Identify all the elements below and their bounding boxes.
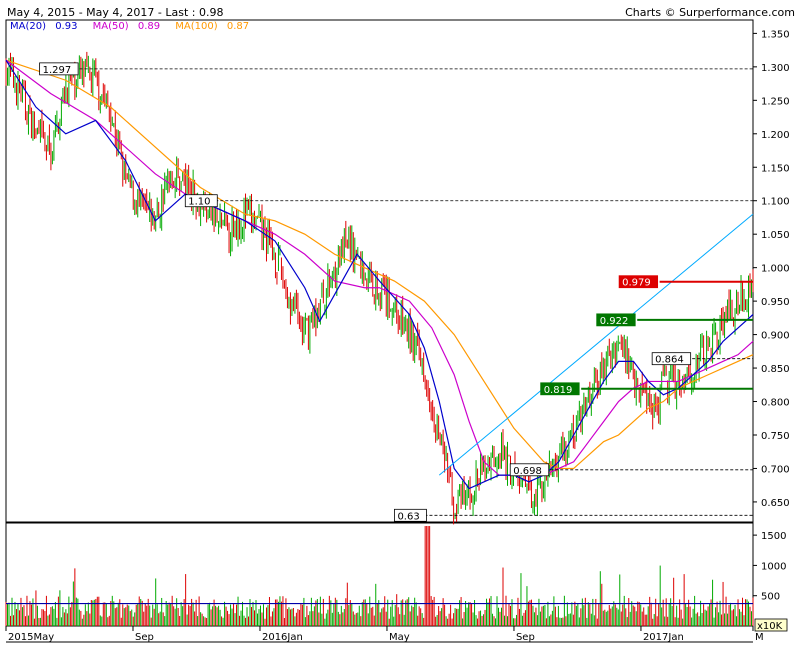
ma-legend: MA(20) 0.93 MA(50) 0.89 MA(100) 0.87	[10, 21, 261, 32]
chart-root: 1.350 1.300 1.250 1.200 1.150 1.100 1.050 1.000…	[0, 0, 805, 650]
level-tag-label: 0.864	[655, 355, 684, 366]
y-tick-label: 1.150	[761, 163, 790, 174]
level-tag-label: 0.698	[513, 466, 542, 477]
y-tick-label: 0.800	[761, 398, 790, 409]
vol-tick-label: 1500	[761, 531, 786, 542]
level-tag-label: 0.819	[544, 385, 573, 396]
y-tick-label: 1.100	[761, 197, 790, 208]
y-tick-label: 1.000	[761, 264, 790, 275]
chart-credit: Charts © Surperformance.com	[625, 6, 795, 19]
y-tick-label: 1.300	[761, 63, 790, 74]
price-panel-frame	[5, 19, 754, 523]
ma50-line	[5, 59, 754, 476]
y-tick-label: 1.350	[761, 29, 790, 40]
y-tick-label: 0.750	[761, 431, 790, 442]
trendline	[438, 213, 754, 476]
y-tick-label: 1.200	[761, 130, 790, 141]
vol-tick-label: 500	[761, 592, 780, 603]
chart-canvas: 1.350 1.300 1.250 1.200 1.150 1.100 1.050 1.000…	[5, 19, 790, 643]
x-tick-label: 2015May	[8, 632, 54, 643]
vol-tick-label: 1000	[761, 561, 786, 572]
chart-range-title: May 4, 2015 - May 4, 2017 - Last : 0.98	[7, 6, 224, 19]
y-tick-label: 0.950	[761, 297, 790, 308]
y-tick-label: 0.650	[761, 498, 790, 509]
vol-unit-label: x10K	[757, 621, 783, 632]
x-tick-label: M	[755, 632, 764, 643]
level-tag-label: 0.922	[600, 316, 629, 327]
x-tick-label: May	[389, 632, 410, 643]
level-tag-label: 0.979	[622, 278, 651, 289]
level-tag-label: 1.10	[188, 197, 210, 208]
y-tick-label: 0.700	[761, 464, 790, 475]
level-tag-label: 1.297	[43, 65, 72, 76]
x-tick-label: Sep	[516, 632, 535, 643]
x-tick-label: 2017Jan	[643, 632, 684, 643]
y-tick-label: 1.250	[761, 96, 790, 107]
legend-ma50: MA(50) 0.89	[92, 21, 161, 32]
legend-ma100: MA(100) 0.87	[175, 21, 250, 32]
y-tick-label: 0.850	[761, 364, 790, 375]
x-tick-label: Sep	[135, 632, 154, 643]
y-tick-label: 0.900	[761, 331, 790, 342]
y-tick-label: 1.050	[761, 230, 790, 241]
level-tag-label: 0.63	[397, 511, 419, 522]
legend-ma20: MA(20) 0.93	[10, 21, 78, 32]
x-tick-label: 2016Jan	[262, 632, 303, 643]
